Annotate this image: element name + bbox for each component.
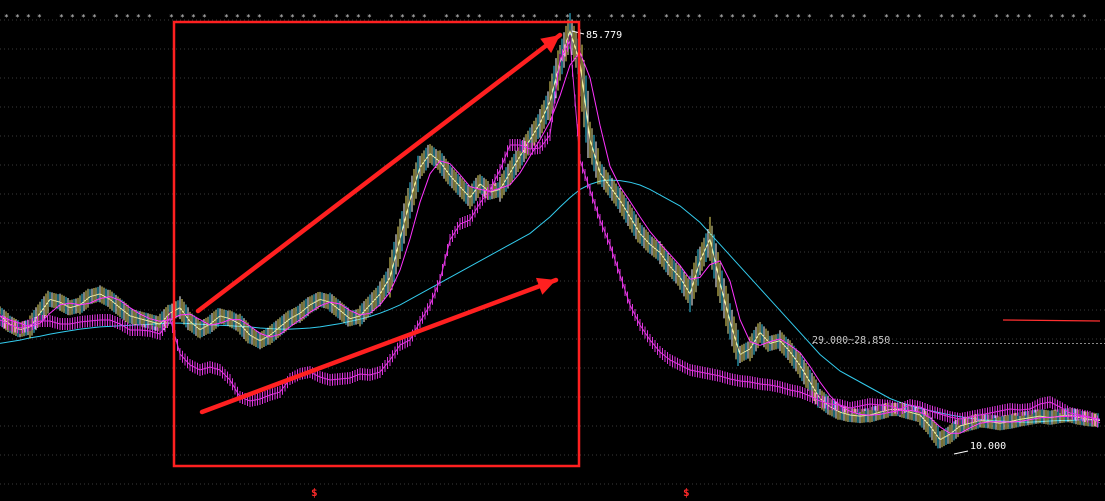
top-star-mark: * — [1049, 13, 1054, 22]
top-star-mark: * — [499, 13, 504, 22]
top-star-mark: * — [510, 13, 515, 22]
top-star-mark: * — [939, 13, 944, 22]
top-star-mark: * — [1016, 13, 1021, 22]
top-star-mark: * — [37, 13, 42, 22]
top-star-mark: * — [697, 13, 702, 22]
top-star-mark: * — [125, 13, 130, 22]
top-star-mark: * — [796, 13, 801, 22]
top-star-mark: * — [730, 13, 735, 22]
top-star-mark: * — [466, 13, 471, 22]
top-star-mark: * — [895, 13, 900, 22]
dollar-marker-1: $ — [311, 486, 318, 499]
top-star-mark: * — [70, 13, 75, 22]
overlay-layer — [172, 20, 1105, 468]
top-star-mark: * — [147, 13, 152, 22]
top-star-mark: * — [741, 13, 746, 22]
top-star-mark: * — [345, 13, 350, 22]
low-pointer — [953, 450, 969, 455]
top-star-mark: * — [257, 13, 262, 22]
top-star-mark: * — [334, 13, 339, 22]
top-star-mark: * — [235, 13, 240, 22]
top-star-mark: * — [26, 13, 31, 22]
top-star-mark: * — [444, 13, 449, 22]
top-star-mark: * — [752, 13, 757, 22]
top-star-mark: * — [246, 13, 251, 22]
top-star-mark: * — [774, 13, 779, 22]
top-star-mark: * — [851, 13, 856, 22]
top-star-mark: * — [202, 13, 207, 22]
top-star-mark: * — [1060, 13, 1065, 22]
top-star-mark: * — [411, 13, 416, 22]
top-star-mark: * — [15, 13, 20, 22]
top-star-mark: * — [114, 13, 119, 22]
top-star-mark: * — [279, 13, 284, 22]
top-star-mark: * — [224, 13, 229, 22]
stock-chart-panel: * * * * * * * * * * * * * * * * * * * * * * * * * * * * * * * * * * * * * * * *… — [0, 0, 1105, 501]
top-star-mark: * — [191, 13, 196, 22]
volume-rise-arrow-shaft — [199, 277, 559, 415]
top-star-mark: * — [862, 13, 867, 22]
top-star-mark: * — [587, 13, 592, 22]
top-star-mark: * — [631, 13, 636, 22]
peak-price-label: 85.779 — [586, 30, 623, 41]
top-star-mark: * — [81, 13, 86, 22]
top-star-mark: * — [994, 13, 999, 22]
top-star-mark: * — [609, 13, 614, 22]
top-star-mark: * — [642, 13, 647, 22]
top-star-mark: * — [389, 13, 394, 22]
top-star-mark: * — [136, 13, 141, 22]
top-star-mark: * — [884, 13, 889, 22]
top-star-mark: * — [356, 13, 361, 22]
top-star-mark: * — [169, 13, 174, 22]
top-star-mark: * — [4, 13, 9, 22]
top-star-mark: * — [1027, 13, 1032, 22]
top-star-mark: * — [290, 13, 295, 22]
top-star-mark: * — [59, 13, 64, 22]
top-star-mark: * — [367, 13, 372, 22]
top-star-mark: * — [312, 13, 317, 22]
top-star-mark: * — [785, 13, 790, 22]
top-star-mark: * — [972, 13, 977, 22]
top-star-mark: * — [400, 13, 405, 22]
top-star-mark: * — [950, 13, 955, 22]
top-star-mark: * — [840, 13, 845, 22]
right-red-line — [1002, 319, 1101, 322]
top-star-mark: * — [180, 13, 185, 22]
top-star-mark: * — [620, 13, 625, 22]
dollar-marker-2: $ — [683, 486, 690, 499]
top-star-mark: * — [675, 13, 680, 22]
kline-chart: * * * * * * * * * * * * * * * * * * * * * * * * * * * * * * * * * * * * * * * *… — [0, 13, 1105, 485]
top-star-mark: * — [906, 13, 911, 22]
top-star-mark: * — [807, 13, 812, 22]
top-star-mark: * — [664, 13, 669, 22]
top-star-mark: * — [455, 13, 460, 22]
top-star-mark: * — [554, 13, 559, 22]
top-star-mark: * — [1071, 13, 1076, 22]
level-range-label: 29.000~28.850 — [812, 335, 891, 346]
top-star-mark: * — [576, 13, 581, 22]
ma-long-line — [0, 179, 1101, 423]
low-price-label: 10.000 — [970, 441, 1007, 452]
top-star-mark: * — [92, 13, 97, 22]
top-star-mark: * — [917, 13, 922, 22]
top-star-mark: * — [719, 13, 724, 22]
top-star-mark: * — [301, 13, 306, 22]
top-star-mark: * — [1005, 13, 1010, 22]
top-star-mark: * — [532, 13, 537, 22]
top-star-mark: * — [477, 13, 482, 22]
top-star-mark: * — [521, 13, 526, 22]
top-star-mark: * — [686, 13, 691, 22]
top-star-mark: * — [829, 13, 834, 22]
top-star-mark: * — [422, 13, 427, 22]
top-star-mark: * — [961, 13, 966, 22]
top-star-mark: * — [1082, 13, 1087, 22]
